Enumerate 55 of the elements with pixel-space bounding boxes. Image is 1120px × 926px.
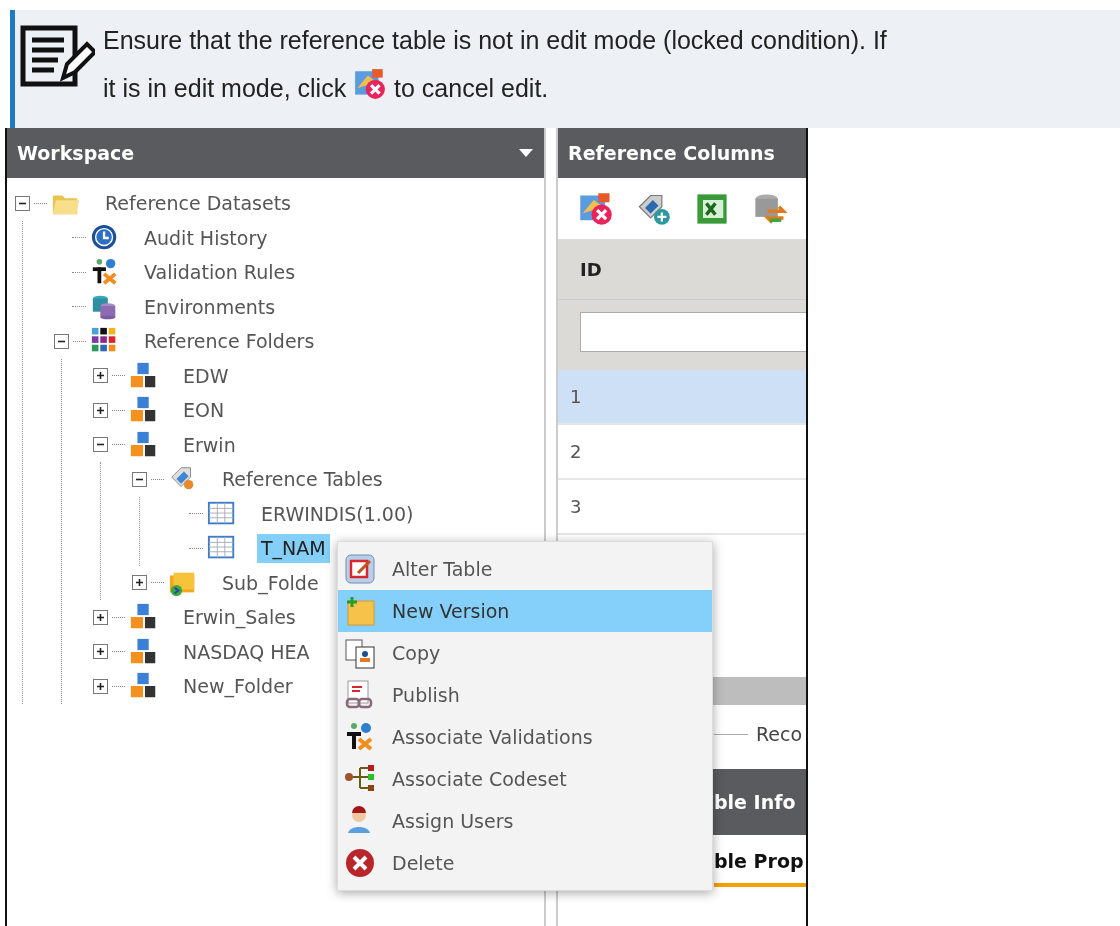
tree-item[interactable]: Erwin_Sales: [179, 603, 300, 632]
filter-field[interactable]: [580, 312, 806, 352]
cancel-edit-icon: [353, 67, 388, 101]
dropdown-caret-icon[interactable]: [518, 148, 534, 158]
tree-item[interactable]: Reference Folders: [140, 327, 319, 356]
delete-icon: [344, 847, 376, 879]
group-legend: Reco: [756, 719, 803, 749]
menu-item[interactable]: Associate Validations: [338, 716, 712, 758]
collapse-icon[interactable]: [54, 333, 69, 349]
tree-item[interactable]: Sub_Folde: [218, 568, 323, 597]
menu-item[interactable]: Copy: [338, 632, 712, 674]
tree-item[interactable]: Reference Datasets: [101, 189, 296, 218]
section-title: ble Info: [714, 789, 796, 815]
menu-item[interactable]: Assign Users: [338, 800, 712, 842]
menu-item[interactable]: New Version: [338, 590, 712, 632]
table-cell-text: 1: [570, 385, 582, 409]
menu-item[interactable]: Delete: [338, 842, 712, 884]
tree-item[interactable]: New_Folder: [179, 672, 297, 701]
collapse-icon[interactable]: [132, 471, 147, 487]
expand-icon[interactable]: [132, 575, 147, 591]
expand-icon[interactable]: [93, 678, 108, 694]
tree-item[interactable]: EON: [179, 396, 229, 425]
table-cell-text: 3: [570, 495, 582, 519]
panel-title: Workspace: [17, 140, 135, 166]
copy-icon: [344, 637, 376, 669]
table-row[interactable]: 3: [558, 480, 806, 535]
edit-icon: [344, 553, 376, 585]
column-header[interactable]: ID: [558, 240, 806, 300]
tree-item[interactable]: Audit History: [140, 223, 272, 252]
tree-item[interactable]: Validation Rules: [140, 258, 300, 287]
tree-item[interactable]: Erwin: [179, 430, 240, 459]
table-row[interactable]: 2: [558, 425, 806, 480]
tree-item[interactable]: Reference Tables: [218, 465, 387, 494]
tree-item[interactable]: EDW: [179, 361, 233, 390]
collapse-icon[interactable]: [15, 195, 30, 211]
note-text: Ensure that the reference table is not in edit mode (locked condition). If: [103, 25, 888, 56]
panel-title: Reference Columns: [568, 140, 775, 166]
expand-icon[interactable]: [93, 368, 108, 384]
tree-item[interactable]: T_NAM: [257, 534, 330, 563]
menu-item[interactable]: Associate Codeset: [338, 758, 712, 800]
tree-item[interactable]: ERWINDIS(1.00): [257, 499, 418, 528]
tree-item[interactable]: NASDAQ HEA: [179, 637, 314, 666]
new-item-icon: [344, 595, 376, 627]
table-cell-text: 2: [570, 440, 582, 464]
collapse-icon[interactable]: [93, 437, 108, 453]
table-row[interactable]: 1: [558, 370, 806, 425]
tree-item[interactable]: Environments: [140, 292, 280, 321]
menu-item[interactable]: Publish: [338, 674, 712, 716]
note-text: to cancel edit.: [394, 74, 549, 102]
expand-icon[interactable]: [93, 402, 108, 418]
expand-icon[interactable]: [93, 644, 108, 660]
expand-icon[interactable]: [93, 609, 108, 625]
note-text: it is in edit mode, click: [103, 74, 347, 102]
menu-item[interactable]: Alter Table: [338, 548, 712, 590]
cancel-edit-icon[interactable]: [578, 190, 614, 227]
